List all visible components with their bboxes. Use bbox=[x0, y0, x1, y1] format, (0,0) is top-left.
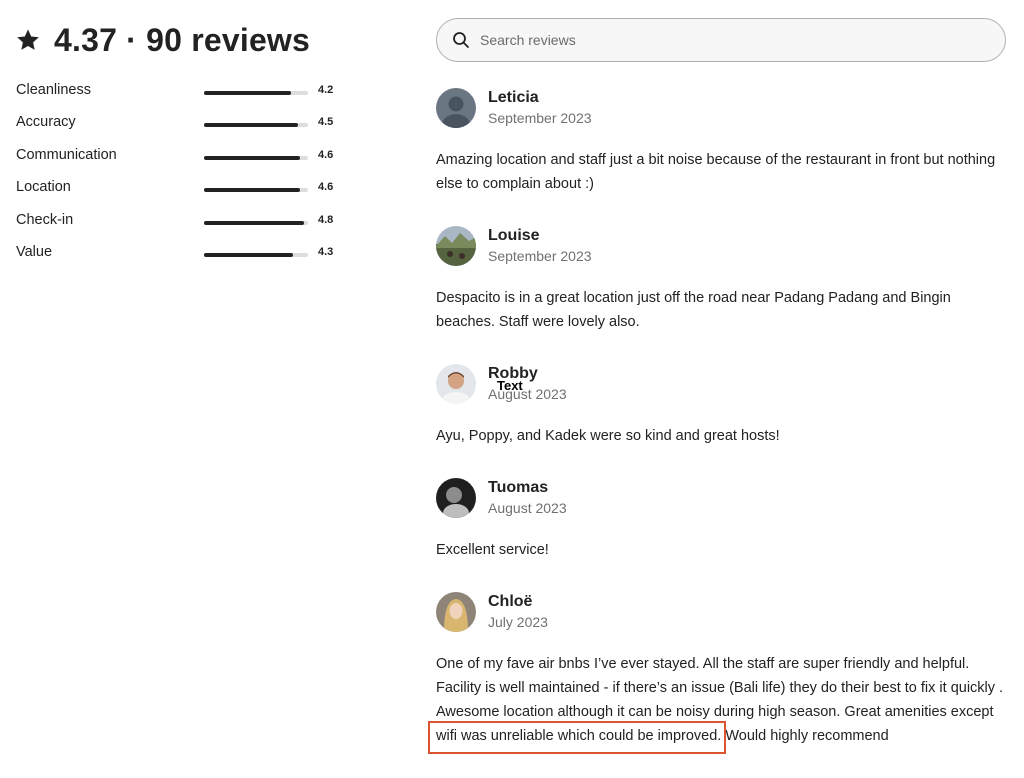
review-item: Robby August 2023 Ayu, Poppy, and Kadek … bbox=[436, 364, 1011, 448]
rating-bar-track bbox=[204, 188, 308, 193]
reviewer-name: Leticia bbox=[488, 89, 539, 106]
rating-row-cleanliness: Cleanliness 4.2 bbox=[16, 82, 346, 114]
rating-summary-panel: 4.37 · 90 reviews Cleanliness 4.2 Accura… bbox=[16, 18, 346, 260]
avatar[interactable] bbox=[436, 226, 476, 266]
rating-heading: 4.37 · 90 reviews bbox=[54, 21, 311, 58]
rating-bar-fill bbox=[204, 91, 292, 95]
avatar[interactable] bbox=[436, 592, 476, 632]
reviewer-name: Tuomas bbox=[488, 479, 549, 496]
rating-value: 4.8 bbox=[318, 213, 334, 226]
rating-label: Location bbox=[16, 179, 71, 196]
search-icon bbox=[452, 31, 470, 49]
rating-label: Check-in bbox=[16, 211, 74, 228]
rating-value: 4.2 bbox=[318, 84, 334, 96]
rating-bar-fill bbox=[204, 123, 298, 128]
review-item: Tuomas August 2023 Excellent service! bbox=[436, 478, 1011, 562]
rating-bar-fill bbox=[204, 252, 294, 257]
highlight-annotation-box bbox=[428, 721, 726, 754]
rating-value: 4.6 bbox=[318, 148, 334, 161]
review-text: Despacito is in a great location just of… bbox=[436, 290, 951, 330]
rating-label: Cleanliness bbox=[16, 82, 91, 98]
rating-bar-track bbox=[204, 155, 308, 160]
category-ratings: Cleanliness 4.2 Accuracy 4.5 Communicati… bbox=[16, 82, 346, 276]
avatar[interactable] bbox=[436, 478, 476, 518]
rating-label: Value bbox=[16, 243, 53, 260]
rating-bar-track bbox=[204, 91, 308, 95]
rating-bar-fill bbox=[204, 220, 304, 225]
reviewer-info: Chloë July 2023 bbox=[488, 592, 548, 632]
review-header: Leticia September 2023 bbox=[436, 88, 1011, 128]
reviewer-name: Louise bbox=[488, 227, 540, 244]
rating-row-communication: Communication 4.6 bbox=[16, 147, 346, 179]
rating-value: 4.3 bbox=[318, 245, 334, 258]
rating-label: Communication bbox=[16, 146, 117, 163]
rating-row-accuracy: Accuracy 4.5 bbox=[16, 114, 346, 146]
rating-bar-track bbox=[204, 252, 308, 257]
review-header: Tuomas August 2023 bbox=[436, 478, 1011, 518]
rating-row-value: Value 4.3 bbox=[16, 244, 346, 276]
rating-bar-fill bbox=[204, 155, 300, 160]
reviewer-info: Leticia September 2023 bbox=[488, 88, 592, 128]
rating-value: 4.5 bbox=[318, 116, 334, 129]
review-text: Excellent service! bbox=[436, 542, 549, 558]
overall-rating: 4.37 · 90 reviews bbox=[16, 18, 346, 62]
reviewer-name: Chloë bbox=[488, 593, 533, 610]
annotation-label: Text bbox=[497, 378, 523, 393]
review-text: Ayu, Poppy, and Kadek were so kind and g… bbox=[436, 428, 780, 444]
reviewer-info: Tuomas August 2023 bbox=[488, 478, 567, 518]
star-icon bbox=[16, 28, 40, 52]
search-input[interactable] bbox=[478, 31, 962, 49]
review-date: July 2023 bbox=[488, 614, 548, 630]
rating-bar-fill bbox=[204, 188, 300, 193]
rating-value: 4.6 bbox=[318, 181, 334, 194]
review-date: August 2023 bbox=[488, 500, 567, 516]
avatar[interactable] bbox=[436, 364, 476, 404]
rating-row-check-in: Check-in 4.8 bbox=[16, 212, 346, 244]
avatar[interactable] bbox=[436, 88, 476, 128]
review-list: Leticia September 2023 Amazing location … bbox=[436, 88, 1011, 778]
search-reviews-box[interactable] bbox=[436, 18, 1006, 62]
rating-bar-track bbox=[204, 123, 308, 128]
rating-bar-track bbox=[204, 220, 308, 225]
review-item: Louise September 2023 Despacito is in a … bbox=[436, 226, 1011, 334]
review-header: Louise September 2023 bbox=[436, 226, 1011, 266]
rating-label: Accuracy bbox=[16, 114, 76, 131]
review-date: September 2023 bbox=[488, 110, 592, 126]
rating-row-location: Location 4.6 bbox=[16, 179, 346, 211]
review-item: Leticia September 2023 Amazing location … bbox=[436, 88, 1011, 196]
review-header: Chloë July 2023 bbox=[436, 592, 1011, 632]
review-date: September 2023 bbox=[488, 248, 592, 264]
reviewer-info: Louise September 2023 bbox=[488, 226, 592, 266]
review-text: Amazing location and staff just a bit no… bbox=[436, 152, 996, 192]
